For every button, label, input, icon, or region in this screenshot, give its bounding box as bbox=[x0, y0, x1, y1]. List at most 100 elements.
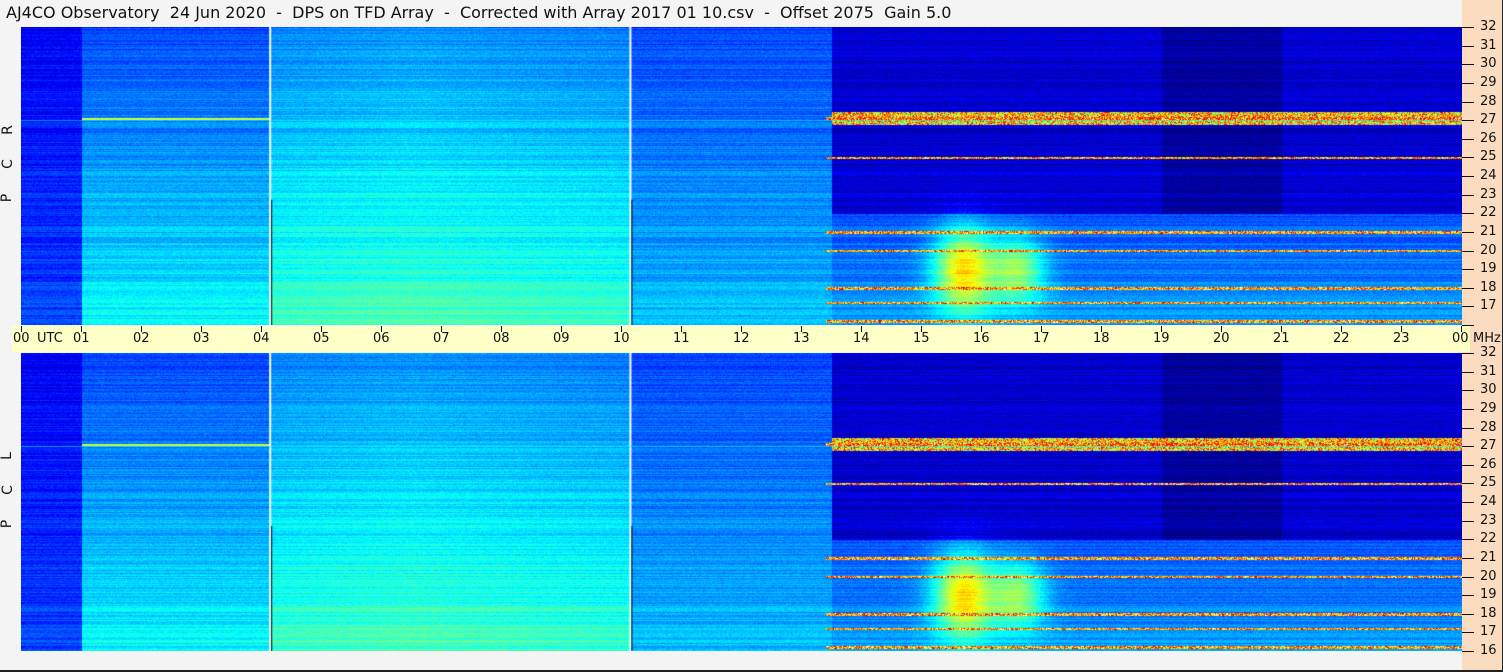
x-tick-label: 03 bbox=[193, 331, 210, 346]
y-tick-mark bbox=[1462, 539, 1474, 541]
x-tick-mark bbox=[861, 326, 862, 332]
y-tick-label: 30 bbox=[1480, 56, 1497, 72]
x-tick-mark bbox=[321, 326, 322, 332]
y-tick-label: 25 bbox=[1480, 475, 1497, 491]
y-tick-mark bbox=[1462, 613, 1474, 615]
x-tick-label: 19 bbox=[1153, 331, 1170, 346]
x-tick-label: 06 bbox=[373, 331, 390, 346]
y-tick-label: 27 bbox=[1480, 112, 1497, 128]
y-tick-mark bbox=[1462, 250, 1474, 252]
x-tick-label: 09 bbox=[553, 331, 570, 346]
y-tick-mark bbox=[1462, 576, 1474, 578]
x-tick-mark bbox=[1281, 326, 1282, 332]
spectrogram-window: AJ4CO Observatory 24 Jun 2020 - DPS on T… bbox=[0, 0, 1503, 672]
x-tick-mark bbox=[141, 326, 142, 332]
x-tick-label: 02 bbox=[133, 331, 150, 346]
y-tick-mark bbox=[1462, 502, 1474, 503]
x-tick-mark bbox=[1401, 326, 1402, 332]
y-tick-label: 26 bbox=[1480, 456, 1497, 472]
x-axis-label: UTC bbox=[37, 331, 63, 346]
x-tick-mark bbox=[741, 326, 742, 332]
x-tick-label: 22 bbox=[1333, 331, 1350, 346]
y-tick-mark bbox=[1462, 557, 1474, 559]
y-tick-label: 19 bbox=[1480, 261, 1497, 277]
panel-label-letter: L bbox=[0, 452, 15, 460]
y-tick-mark bbox=[1462, 194, 1474, 196]
y-axis-label: MHz bbox=[1473, 331, 1501, 346]
y-tick-label: 21 bbox=[1480, 549, 1497, 565]
x-tick-mark bbox=[1101, 326, 1102, 332]
x-tick-label: 21 bbox=[1273, 331, 1290, 346]
x-tick-label: 12 bbox=[733, 331, 750, 346]
x-tick-label: 20 bbox=[1213, 331, 1230, 346]
panel-label-letter: P bbox=[0, 193, 16, 203]
y-tick-label: 31 bbox=[1480, 37, 1497, 53]
x-tick-mark bbox=[1461, 326, 1462, 332]
y-tick-mark bbox=[1462, 483, 1474, 485]
y-tick-mark bbox=[1462, 176, 1474, 177]
y-tick-mark bbox=[1462, 82, 1474, 84]
x-tick-mark bbox=[681, 326, 682, 332]
y-tick-label: 20 bbox=[1480, 568, 1497, 584]
y-tick-label: 25 bbox=[1480, 149, 1497, 165]
y-tick-mark bbox=[1462, 632, 1474, 634]
y-tick-mark bbox=[1462, 371, 1474, 373]
y-tick-mark bbox=[1462, 213, 1474, 215]
y-tick-label: 24 bbox=[1480, 168, 1497, 183]
y-tick-label: 30 bbox=[1480, 382, 1497, 398]
x-tick-label: 08 bbox=[493, 331, 510, 346]
x-tick-label: 15 bbox=[913, 331, 930, 346]
y-tick-mark bbox=[1462, 120, 1474, 122]
panel-label-letter: C bbox=[0, 485, 16, 495]
y-tick-mark bbox=[1462, 45, 1474, 47]
y-tick-label: 18 bbox=[1480, 279, 1497, 295]
y-tick-label: 26 bbox=[1480, 130, 1497, 146]
y-tick-mark bbox=[1462, 269, 1474, 271]
panel-label-letter: R bbox=[0, 125, 16, 135]
y-tick-mark bbox=[1462, 306, 1474, 308]
x-tick-label: 18 bbox=[1093, 331, 1110, 346]
y-tick-label: 21 bbox=[1480, 223, 1497, 239]
y-tick-mark bbox=[1462, 287, 1474, 289]
y-tick-mark bbox=[1462, 157, 1474, 159]
y-tick-label: 17 bbox=[1480, 624, 1497, 640]
x-tick-label: 11 bbox=[673, 331, 690, 346]
x-tick-mark bbox=[1041, 326, 1042, 332]
x-tick-mark bbox=[501, 326, 502, 332]
y-tick-mark bbox=[1462, 464, 1474, 466]
x-tick-mark bbox=[561, 326, 562, 332]
y-tick-label: 32 bbox=[1480, 345, 1497, 360]
x-tick-mark bbox=[801, 326, 802, 332]
x-tick-mark bbox=[1161, 326, 1162, 332]
y-tick-mark bbox=[1462, 64, 1474, 66]
lcp-spectrogram bbox=[21, 353, 1462, 651]
panel-label-letter: C bbox=[0, 159, 16, 169]
x-tick-mark bbox=[921, 326, 922, 332]
y-tick-label: 29 bbox=[1480, 400, 1497, 416]
y-tick-label: 31 bbox=[1480, 363, 1497, 379]
y-tick-label: 23 bbox=[1480, 512, 1497, 528]
y-tick-mark bbox=[1462, 101, 1474, 103]
y-tick-label: 24 bbox=[1480, 494, 1497, 509]
y-tick-label: 19 bbox=[1480, 587, 1497, 603]
y-tick-label: 28 bbox=[1480, 93, 1497, 109]
y-tick-label: 28 bbox=[1480, 419, 1497, 435]
x-tick-label: 05 bbox=[313, 331, 330, 346]
y-tick-label: 17 bbox=[1480, 298, 1497, 314]
y-tick-mark bbox=[1462, 231, 1474, 233]
x-tick-mark bbox=[81, 326, 82, 332]
x-tick-mark bbox=[981, 326, 982, 332]
y-tick-mark bbox=[1462, 446, 1474, 448]
y-tick-label: 23 bbox=[1480, 186, 1497, 202]
y-tick-label: 18 bbox=[1480, 605, 1497, 621]
x-tick-label: 10 bbox=[613, 331, 630, 346]
x-tick-label: 01 bbox=[73, 331, 90, 346]
x-tick-label: 17 bbox=[1033, 331, 1050, 346]
y-tick-mark bbox=[1462, 651, 1474, 652]
x-tick-label: 00 bbox=[13, 331, 30, 346]
y-tick-label: 22 bbox=[1480, 205, 1497, 221]
rcp-spectrogram bbox=[21, 27, 1462, 325]
y-tick-label: 22 bbox=[1480, 531, 1497, 547]
chart-title: AJ4CO Observatory 24 Jun 2020 - DPS on T… bbox=[6, 3, 952, 22]
x-tick-mark bbox=[441, 326, 442, 332]
